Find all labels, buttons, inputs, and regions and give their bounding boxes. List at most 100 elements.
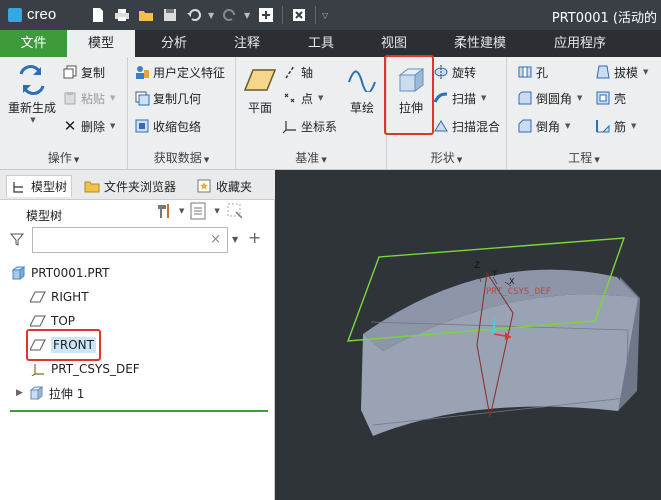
window-title: PRT0001 (活动的	[551, 11, 657, 26]
plane-button[interactable]: 平面	[240, 61, 280, 116]
shrinkwrap-button[interactable]: 收缩包络	[134, 115, 201, 137]
revolve-button[interactable]: 旋转	[433, 61, 476, 83]
group-label-datum[interactable]: 基准 ▼	[236, 149, 386, 166]
delete-label: 删除	[81, 119, 106, 134]
draft-icon	[595, 64, 611, 80]
tree-item-part[interactable]: PRT0001.PRT	[10, 263, 109, 283]
quick-access-toolbar: ▼ ▼ ▽	[88, 5, 330, 25]
tab-folder-browser[interactable]: 文件夹浏览器	[84, 175, 176, 197]
open-folder-icon[interactable]	[136, 5, 156, 25]
csys-label: PRT_CSYS_DEF	[486, 287, 551, 297]
plane-label: 平面	[247, 101, 272, 115]
copy-button[interactable]: 复制	[62, 61, 105, 83]
add-filter-icon[interactable]: +	[248, 228, 261, 247]
shell-button[interactable]: 壳	[595, 87, 626, 109]
graphics-viewport[interactable]: PRT_CSYS_DEF Z Y X	[275, 170, 661, 500]
delete-button[interactable]: ✕ 删除 ▼	[62, 115, 116, 137]
tab-model-tree[interactable]: 模型树	[6, 175, 73, 197]
tab-analysis[interactable]: 分析	[140, 30, 208, 57]
model-tree-panel: 模型树 文件夹浏览器 收藏夹 模型树 ▼ ▼ × ▼ + PRT0001.PRT…	[0, 170, 275, 500]
round-dropdown-icon[interactable]: ▼	[577, 94, 582, 102]
copy-geometry-button[interactable]: 复制几何	[134, 87, 201, 109]
tab-file[interactable]: 文件	[0, 30, 67, 57]
hole-button[interactable]: 孔	[517, 61, 548, 83]
csys-button[interactable]: 坐标系	[282, 115, 337, 137]
copy-icon	[62, 64, 78, 80]
tree-item-label: 拉伸 1	[48, 386, 85, 401]
swept-blend-button[interactable]: 扫描混合	[433, 115, 500, 137]
new-file-icon[interactable]	[88, 5, 108, 25]
regenerate-icon	[15, 61, 49, 99]
regenerate-button[interactable]: 重新生成 ▼	[4, 61, 60, 124]
chamfer-dropdown-icon[interactable]: ▼	[565, 122, 570, 130]
model-tree-header: 模型树	[26, 209, 63, 223]
tab-tools[interactable]: 工具	[286, 30, 356, 57]
regenerate-small-icon[interactable]	[256, 5, 276, 25]
tree-settings-tools-icon[interactable]	[155, 203, 171, 219]
regenerate-dropdown-icon[interactable]: ▼	[30, 116, 35, 124]
group-label-get-data[interactable]: 获取数据 ▼	[128, 149, 235, 166]
tree-filter-grid-icon[interactable]	[226, 203, 242, 219]
draft-dropdown-icon[interactable]: ▼	[643, 68, 648, 76]
save-icon[interactable]	[160, 5, 180, 25]
paste-dropdown-icon[interactable]: ▼	[110, 94, 115, 102]
csys-icon	[30, 361, 46, 377]
group-label-engineering[interactable]: 工程 ▼	[507, 149, 661, 166]
search-dropdown-icon[interactable]: ▼	[232, 235, 238, 244]
tree-columns-dropdown-icon[interactable]: ▼	[214, 207, 219, 215]
point-dropdown-icon[interactable]: ▼	[318, 94, 323, 102]
expand-arrow-icon[interactable]: ▶	[16, 388, 23, 398]
model-view[interactable]: PRT_CSYS_DEF Z Y X	[275, 170, 661, 500]
csys-label: 坐标系	[301, 119, 338, 134]
paste-button[interactable]: 粘贴 ▼	[62, 87, 115, 109]
tree-item-csys[interactable]: PRT_CSYS_DEF	[30, 359, 140, 379]
tree-search-input[interactable]: ×	[32, 227, 228, 253]
sweep-dropdown-icon[interactable]: ▼	[481, 94, 486, 102]
sweep-button[interactable]: 扫描 ▼	[433, 87, 486, 109]
clear-search-icon[interactable]: ×	[210, 232, 221, 247]
tab-model[interactable]: 模型	[67, 30, 135, 57]
undo-icon[interactable]	[184, 5, 204, 25]
redo-icon[interactable]	[220, 5, 240, 25]
tab-annotate[interactable]: 注释	[213, 30, 281, 57]
axis-button[interactable]: 轴	[282, 61, 313, 83]
group-label-shapes[interactable]: 形状 ▼	[387, 149, 506, 166]
favorites-icon	[196, 178, 212, 194]
undo-dropdown-icon[interactable]: ▼	[208, 11, 216, 20]
datum-point-icon	[282, 90, 298, 106]
hole-icon	[517, 64, 533, 80]
creo-logo-icon	[8, 7, 22, 22]
tab-applications[interactable]: 应用程序	[540, 30, 620, 57]
tree-item-extrude[interactable]: ▶ 拉伸 1	[16, 383, 84, 403]
tree-item-top[interactable]: TOP	[30, 311, 75, 331]
print-icon[interactable]	[112, 5, 132, 25]
customize-toolbar-icon[interactable]: ▽	[322, 11, 330, 20]
udf-button[interactable]: 用户定义特征	[134, 61, 225, 83]
redo-dropdown-icon[interactable]: ▼	[244, 11, 252, 20]
tree-columns-icon[interactable]	[190, 202, 206, 220]
tree-insert-indicator	[10, 410, 268, 412]
tree-item-right[interactable]: RIGHT	[30, 287, 89, 307]
round-button[interactable]: 倒圆角 ▼	[517, 87, 582, 109]
delete-dropdown-icon[interactable]: ▼	[110, 122, 115, 130]
sketch-button[interactable]: 草绘	[342, 61, 382, 116]
tab-model-tree-label: 模型树	[31, 180, 68, 194]
copy-label: 复制	[81, 65, 106, 80]
point-button[interactable]: 点 ▼	[282, 87, 323, 109]
chamfer-button[interactable]: 倒角 ▼	[517, 115, 570, 137]
tree-tools: ▼ ▼	[155, 202, 242, 220]
round-label: 倒圆角	[536, 91, 573, 106]
close-window-icon[interactable]	[289, 5, 309, 25]
filter-icon[interactable]	[9, 232, 25, 249]
tab-view[interactable]: 视图	[359, 30, 429, 57]
revolve-icon	[433, 64, 449, 80]
rib-dropdown-icon[interactable]: ▼	[631, 122, 636, 130]
tab-favorites[interactable]: 收藏夹	[196, 175, 252, 197]
tree-settings-dropdown-icon[interactable]: ▼	[179, 207, 184, 215]
group-label-operations[interactable]: 操作 ▼	[0, 149, 127, 166]
tree-item-label: RIGHT	[51, 290, 89, 304]
rib-button[interactable]: 筋 ▼	[595, 115, 636, 137]
tab-flexible-modeling[interactable]: 柔性建模	[440, 30, 520, 57]
group-datum: 平面 轴 点 ▼ 坐标系 草绘 基准 ▼	[236, 57, 387, 170]
draft-button[interactable]: 拔模 ▼	[595, 61, 648, 83]
